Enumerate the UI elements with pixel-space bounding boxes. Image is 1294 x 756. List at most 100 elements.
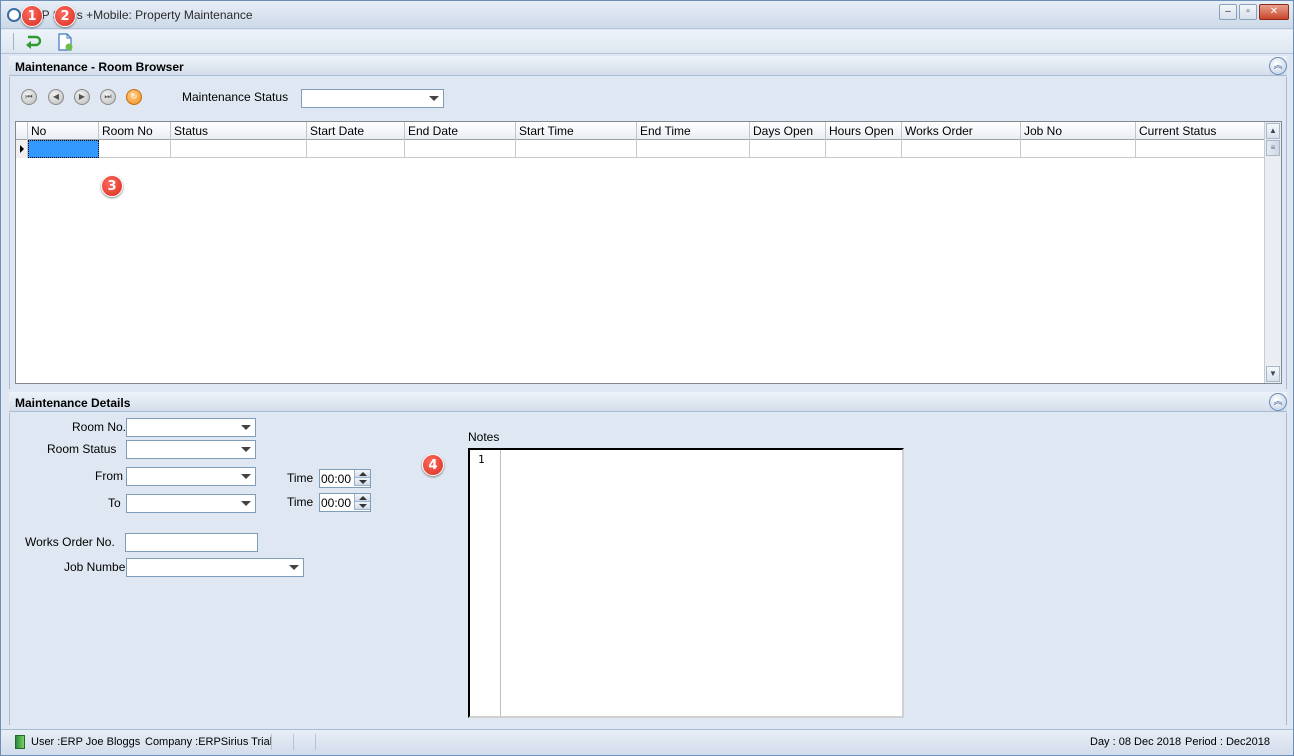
- chevron-down-icon: [429, 96, 439, 101]
- cell-job-no[interactable]: [1021, 140, 1136, 158]
- room-status-label: Room Status: [47, 442, 117, 456]
- chevron-down-icon: [241, 474, 251, 479]
- refresh-button[interactable]: ↻: [126, 89, 142, 105]
- maximize-button[interactable]: ▫: [1239, 4, 1257, 20]
- chevron-down-icon: [289, 565, 299, 570]
- cell-current-status[interactable]: [1136, 140, 1265, 158]
- job-number-select[interactable]: [126, 558, 304, 577]
- column-header-current-status[interactable]: Current Status: [1136, 122, 1265, 140]
- column-header-end-time[interactable]: End Time: [637, 122, 750, 140]
- status-period: Period : Dec2018: [1185, 736, 1270, 748]
- column-header-hours-open[interactable]: Hours Open: [826, 122, 902, 140]
- column-header-job-no[interactable]: Job No: [1021, 122, 1136, 140]
- job-number-label: Job Number: [64, 560, 130, 574]
- status-bar: User :ERP Joe Bloggs Company :ERPSirius …: [1, 729, 1293, 755]
- time-to-down-button[interactable]: [354, 502, 370, 510]
- cell-days-open[interactable]: [750, 140, 826, 158]
- line-number-gutter: 1: [470, 450, 501, 716]
- time-from-stepper[interactable]: [354, 470, 370, 487]
- time-to-spinner[interactable]: 00:00: [319, 493, 371, 512]
- return-icon: [26, 35, 42, 49]
- room-browser-grid[interactable]: No Room No Status Start Date End Date St…: [15, 121, 1282, 384]
- callout-badge-4: 4: [422, 454, 444, 476]
- maintenance-status-label: Maintenance Status: [182, 90, 289, 104]
- time-to-value: 00:00: [321, 496, 352, 510]
- room-no-label: Room No.: [72, 420, 127, 434]
- time-to-stepper[interactable]: [354, 494, 370, 511]
- first-record-button[interactable]: ⏮: [21, 89, 37, 105]
- cell-room-no[interactable]: [99, 140, 171, 158]
- notes-editor[interactable]: 1: [468, 448, 904, 718]
- cell-start-time[interactable]: [516, 140, 637, 158]
- to-date-select[interactable]: [126, 494, 256, 513]
- maintenance-status-select[interactable]: [301, 89, 444, 108]
- status-day: Day : 08 Dec 2018: [1090, 736, 1182, 748]
- return-button[interactable]: [23, 33, 43, 51]
- column-header-no[interactable]: No: [28, 122, 99, 140]
- maintenance-details-header: Maintenance Details ︽: [9, 392, 1287, 412]
- new-document-button[interactable]: [55, 33, 75, 51]
- scroll-down-button[interactable]: ▼: [1266, 366, 1280, 382]
- column-header-status[interactable]: Status: [171, 122, 307, 140]
- cell-hours-open[interactable]: [826, 140, 902, 158]
- room-no-select[interactable]: [126, 418, 256, 437]
- title-bar: ERP Sirius +Mobile: Property Maintenance…: [1, 1, 1293, 29]
- room-browser-title: Maintenance - Room Browser: [15, 60, 184, 74]
- chevron-down-icon: [241, 425, 251, 430]
- row-indicator-header: [16, 122, 28, 140]
- from-date-select[interactable]: [126, 467, 256, 486]
- toolbar-separator: [13, 33, 14, 50]
- status-company: Company :ERPSirius Trial: [145, 736, 273, 748]
- chevron-down-icon: [241, 447, 251, 452]
- time-from-up-button[interactable]: [354, 470, 370, 478]
- cell-end-time[interactable]: [637, 140, 750, 158]
- status-user: User :ERP Joe Bloggs: [31, 736, 141, 748]
- cell-status[interactable]: [171, 140, 307, 158]
- column-header-start-date[interactable]: Start Date: [307, 122, 405, 140]
- status-divider: [271, 734, 272, 750]
- cell-end-date[interactable]: [405, 140, 516, 158]
- column-header-works-order[interactable]: Works Order: [902, 122, 1021, 140]
- next-record-button[interactable]: ▶: [74, 89, 90, 105]
- last-record-button[interactable]: ⏭: [100, 89, 116, 105]
- previous-record-button[interactable]: ◀: [48, 89, 64, 105]
- collapse-details-button[interactable]: ︽: [1269, 393, 1287, 411]
- grid-scrollbar[interactable]: ▲ ≡ ▼: [1264, 122, 1281, 383]
- app-logo-icon: [7, 8, 21, 22]
- cell-start-date[interactable]: [307, 140, 405, 158]
- table-row[interactable]: [16, 140, 1265, 158]
- minimize-button[interactable]: –: [1219, 4, 1237, 20]
- to-label: To: [108, 496, 121, 510]
- room-browser-header: Maintenance - Room Browser ︽: [9, 56, 1287, 76]
- maintenance-details-title: Maintenance Details: [15, 396, 131, 410]
- cell-works-order[interactable]: [902, 140, 1021, 158]
- scroll-thumb[interactable]: ≡: [1266, 140, 1280, 156]
- scroll-up-button[interactable]: ▲: [1266, 123, 1280, 139]
- column-header-days-open[interactable]: Days Open: [750, 122, 826, 140]
- column-header-room-no[interactable]: Room No: [99, 122, 171, 140]
- app-window: ERP Sirius +Mobile: Property Maintenance…: [0, 0, 1294, 756]
- chevron-down-icon: [241, 501, 251, 506]
- status-divider: [315, 734, 316, 750]
- time-from-spinner[interactable]: 00:00: [319, 469, 371, 488]
- window-controls: – ▫ ✕: [1219, 4, 1289, 20]
- new-document-icon: [58, 33, 73, 51]
- time-from-down-button[interactable]: [354, 478, 370, 486]
- row-indicator-icon: [16, 140, 28, 158]
- works-order-label: Works Order No.: [25, 535, 115, 549]
- close-button[interactable]: ✕: [1259, 4, 1289, 20]
- cell-no[interactable]: [28, 140, 99, 158]
- works-order-input[interactable]: [125, 533, 258, 552]
- time-to-up-button[interactable]: [354, 494, 370, 502]
- column-header-start-time[interactable]: Start Time: [516, 122, 637, 140]
- grid-header: No Room No Status Start Date End Date St…: [16, 122, 1265, 140]
- collapse-room-browser-button[interactable]: ︽: [1269, 57, 1287, 75]
- room-status-select[interactable]: [126, 440, 256, 459]
- time-from-value: 00:00: [321, 472, 352, 486]
- callout-badge-2: 2: [54, 5, 76, 27]
- column-header-end-date[interactable]: End Date: [405, 122, 516, 140]
- toolbar: [1, 30, 1293, 54]
- callout-badge-1: 1: [21, 5, 43, 27]
- from-label: From: [95, 469, 123, 483]
- notes-label: Notes: [468, 430, 500, 444]
